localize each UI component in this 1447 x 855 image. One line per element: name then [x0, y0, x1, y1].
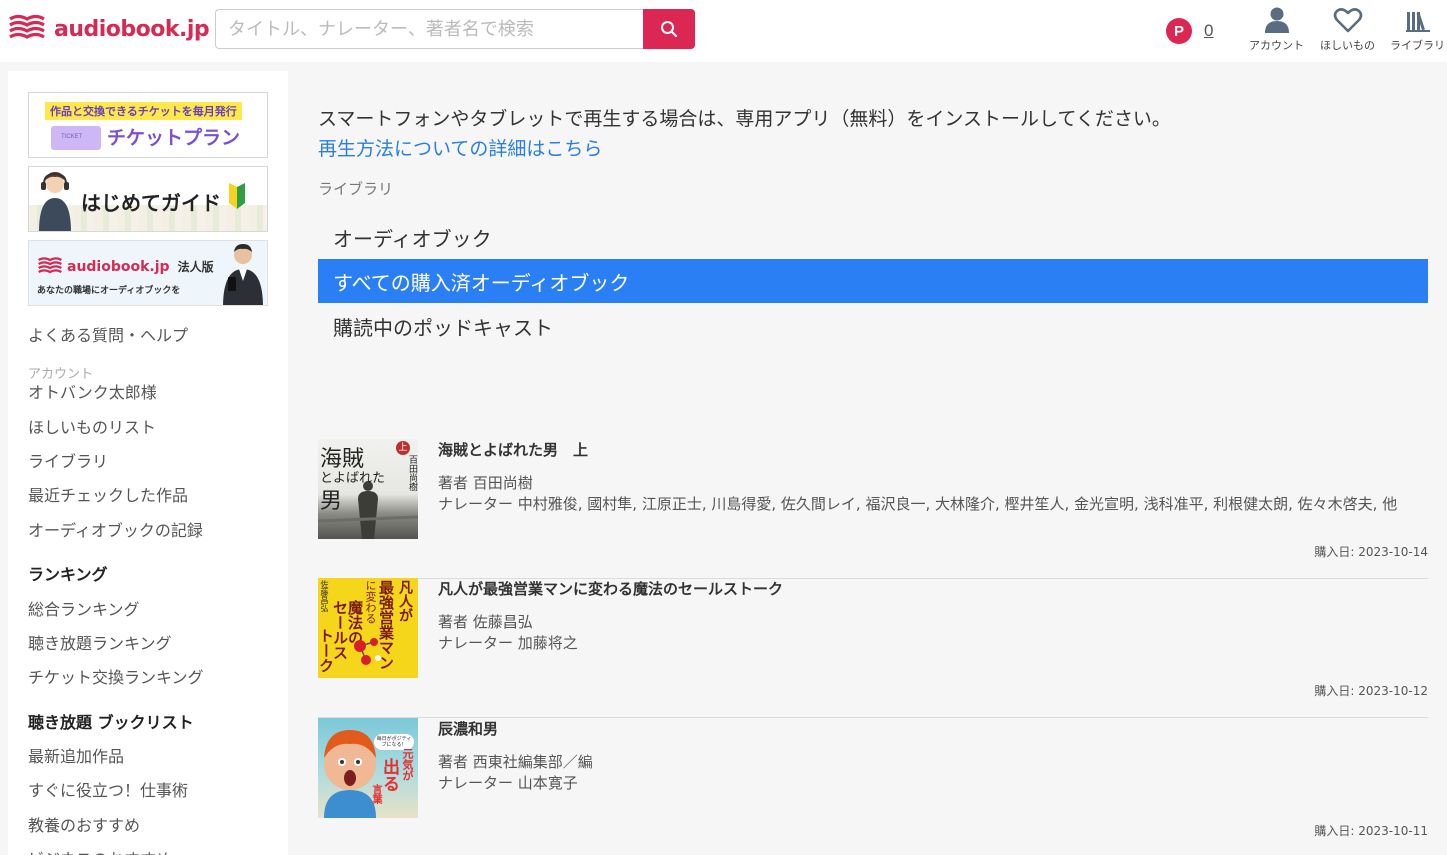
- sidebar-link-records[interactable]: オーディオブックの記録: [28, 517, 203, 541]
- account-icon: [1264, 7, 1289, 33]
- guide-title: はじめてガイド: [81, 191, 221, 215]
- app-install-notice: スマートフォンやタブレットで再生する場合は、専用アプリ（無料）をインストールして…: [318, 108, 1171, 130]
- library-item[interactable]: 海賊 とよばれた 男 百田尚樹 上 海賊とよばれた男 上 著者 百田尚樹 ナレー…: [318, 439, 1428, 579]
- business-person-icon: [223, 244, 263, 305]
- sidebar-link-liberal-arts[interactable]: 教養のおすすめ: [28, 812, 140, 836]
- header-nav-library[interactable]: ライブラリ: [1390, 6, 1445, 53]
- item-purchase-date: 購入日: 2023-10-12: [1314, 684, 1428, 698]
- item-purchase-date: 購入日: 2023-10-14: [1314, 545, 1428, 559]
- item-author[interactable]: 著者 百田尚樹: [438, 472, 533, 493]
- header-nav-label: ライブラリ: [1390, 39, 1445, 52]
- sidebar-link-work-tips[interactable]: すぐに役立つ！仕事術: [28, 777, 188, 801]
- sidebar-heading-booklist: 聴き放題 ブックリスト: [28, 713, 194, 732]
- logo[interactable]: audiobook.jp: [8, 13, 210, 45]
- business-sub-text: あなたの職場にオーディオブックを: [37, 286, 181, 296]
- sidebar-link-help[interactable]: よくある質問・ヘルプ: [28, 322, 188, 346]
- points-count[interactable]: 0: [1204, 21, 1213, 41]
- item-narrator[interactable]: ナレーター 加藤将之: [438, 632, 1428, 653]
- heart-icon: [1333, 8, 1362, 33]
- guide-person-icon: [39, 172, 71, 231]
- library-item[interactable]: 毎日がポジティブになる！ 元気が 出る 言葉 辰濃和男 著者 西東社編集部／編 …: [318, 718, 1428, 855]
- cover-title-3: 男: [320, 489, 343, 514]
- sidebar-link-unlimited-ranking[interactable]: 聴き放題ランキング: [28, 630, 172, 654]
- business-edition-banner[interactable]: audiobook.jp 法人版 あなたの職場にオーディオブックを: [28, 240, 268, 306]
- sidebar-account-name[interactable]: オトバンク太郎様: [28, 379, 157, 403]
- sidebar-link-recent[interactable]: 最近チェックした作品: [28, 482, 188, 506]
- points-display[interactable]: P 0: [1166, 18, 1213, 44]
- sidebar-link-ticket-ranking[interactable]: チケット交換ランキング: [28, 664, 204, 688]
- points-badge-icon: P: [1166, 18, 1192, 44]
- header: audiobook.jp P 0 アカウント ほしいもの: [0, 0, 1447, 62]
- item-purchase-date: 購入日: 2023-10-11: [1314, 824, 1428, 838]
- header-nav-label: ほしいもの: [1320, 39, 1375, 52]
- search-button[interactable]: [643, 9, 695, 49]
- beginner-mark-icon: [229, 183, 245, 209]
- ticket-plan-title: チケットプラン: [107, 127, 241, 149]
- book-cover-image[interactable]: 海賊 とよばれた 男 百田尚樹 上: [318, 439, 418, 539]
- search-icon: [661, 21, 678, 38]
- item-narrator[interactable]: ナレーター 山本寛子: [438, 772, 1428, 793]
- cover-title-1: 凡人が: [397, 580, 413, 622]
- business-edition-label: 法人版: [177, 260, 214, 274]
- library-label: ライブラリ: [318, 180, 394, 198]
- book-cover-image[interactable]: 毎日がポジティブになる！ 元気が 出る 言葉: [318, 718, 418, 818]
- header-nav-wishlist[interactable]: ほしいもの: [1320, 6, 1375, 53]
- playback-details-link[interactable]: 再生方法についての詳細はこちら: [318, 134, 602, 161]
- sidebar: 作品と交換できるチケットを毎月発行 TICKET チケットプラン はじめてガイド: [8, 71, 288, 855]
- cover-title-6: トーク: [318, 628, 335, 673]
- ticket-plan-banner[interactable]: 作品と交換できるチケットを毎月発行 TICKET チケットプラン: [28, 92, 268, 158]
- item-narrator[interactable]: ナレーター 中村雅俊, 國村隼, 江原正士, 川島得愛, 佐久間レイ, 福沢良一…: [438, 493, 1428, 514]
- ticket-plan-top-text: 作品と交換できるチケットを毎月発行: [45, 102, 242, 120]
- logo-text: audiobook.jp: [54, 16, 210, 42]
- sidebar-heading-ranking: ランキング: [28, 565, 108, 584]
- cover-title-2: 出る: [379, 758, 399, 792]
- tab-audiobooks[interactable]: オーディオブック: [318, 215, 1428, 259]
- search-input[interactable]: [215, 9, 643, 49]
- audiobook-logo-icon: [38, 257, 62, 274]
- sidebar-link-new-additions[interactable]: 最新追加作品: [28, 743, 124, 767]
- business-brand-name: audiobook.jp: [67, 259, 170, 275]
- cover-title-3: に変わる: [364, 580, 377, 624]
- ticket-icon: TICKET: [51, 126, 101, 150]
- item-title[interactable]: 海賊とよばれた男 上: [438, 439, 588, 460]
- cover-author: 佐藤昌弘: [320, 580, 329, 612]
- header-nav-account[interactable]: アカウント: [1249, 6, 1304, 53]
- cover-title-1: 元気が: [401, 748, 414, 781]
- sidebar-link-wishlist[interactable]: ほしいものリスト: [28, 414, 156, 438]
- book-cover-image[interactable]: 凡人が 最強営業マン に変わる 魔法の セールス トーク 佐藤昌弘: [318, 578, 418, 678]
- cover-molecule-icon: [354, 638, 381, 665]
- item-title[interactable]: 凡人が最強営業マンに変わる魔法のセールストーク: [438, 578, 783, 599]
- ticket-icon-text: TICKET: [61, 134, 83, 140]
- item-author[interactable]: 著者 西東社編集部／編: [438, 751, 593, 772]
- library-item[interactable]: 凡人が 最強営業マン に変わる 魔法の セールス トーク 佐藤昌弘 凡人が最強営…: [318, 578, 1428, 718]
- tab-podcasts[interactable]: 購読中のポッドキャスト: [318, 304, 1428, 348]
- sidebar-link-overall-ranking[interactable]: 総合ランキング: [28, 596, 140, 620]
- business-brand-text: audiobook.jp 法人版: [67, 256, 214, 275]
- sidebar-link-library[interactable]: ライブラリ: [28, 448, 108, 472]
- item-author[interactable]: 著者 佐藤昌弘: [438, 611, 533, 632]
- item-title[interactable]: 辰濃和男: [438, 718, 498, 739]
- cover-volume-badge: 上: [396, 441, 410, 455]
- library-icon: [1405, 12, 1430, 32]
- beginner-guide-banner[interactable]: はじめてガイド: [28, 166, 268, 232]
- cover-author: 百田尚樹: [407, 455, 417, 491]
- search-bar: [215, 9, 695, 49]
- tab-all-purchased[interactable]: すべての購入済オーディオブック: [318, 259, 1428, 303]
- sidebar-link-business[interactable]: ビジネスのおすすめ: [28, 846, 172, 855]
- header-nav-label: アカウント: [1249, 39, 1304, 52]
- cover-title-3: 言葉: [370, 784, 381, 804]
- audiobook-logo-icon: [9, 14, 45, 39]
